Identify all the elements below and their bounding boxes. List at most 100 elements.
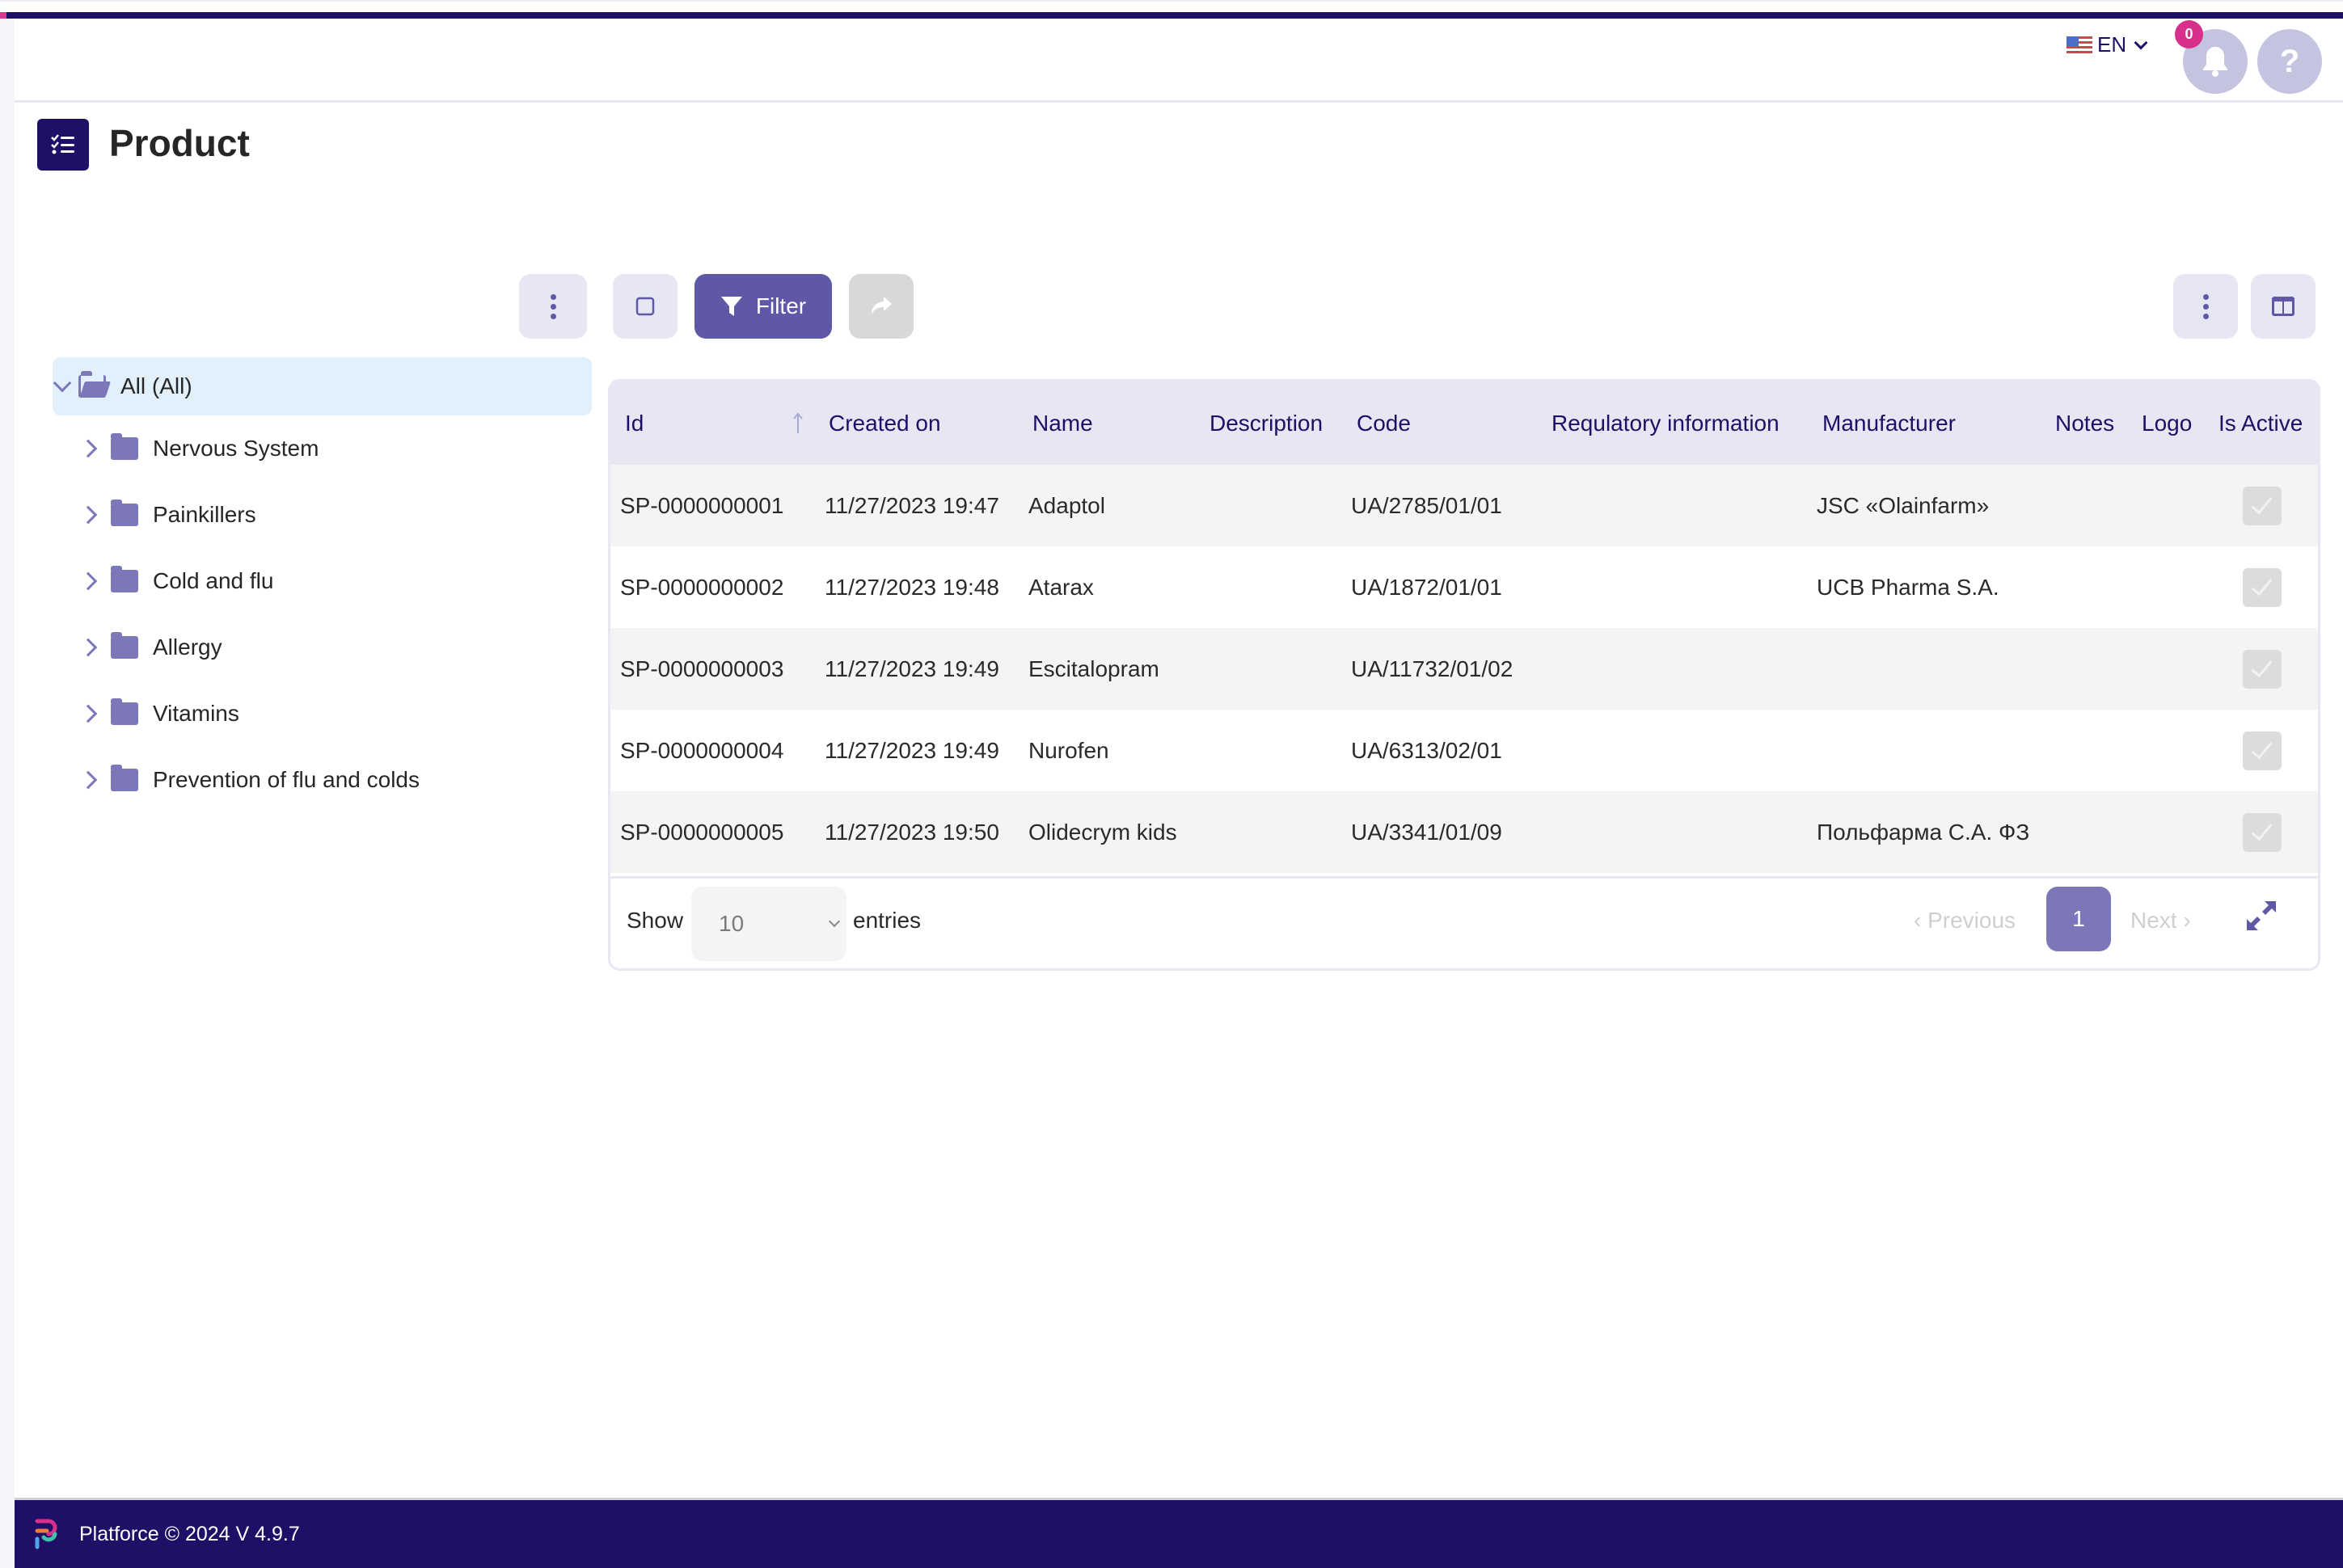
chevron-right-icon[interactable] [78,439,98,458]
language-selector[interactable]: EN [2066,32,2148,57]
tree-node-all[interactable]: All (All) [53,357,592,415]
previous-label: Previous [1927,908,2016,933]
more-vertical-icon [550,293,556,319]
bell-icon [2203,47,2227,77]
tree-node-label: Prevention of flu and colds [153,767,420,792]
folder-icon [111,698,138,725]
table-row[interactable]: SP-0000000004 11/27/2023 19:49 Nurofen U… [610,710,2318,791]
table-footer: Show 10 entries ‹ Previous 1 Next › [610,876,2318,968]
folder-icon [111,499,138,526]
browser-top-edge [0,0,2343,11]
column-header-logo[interactable]: Logo [2142,411,2192,436]
tree-node-label: Nervous System [153,436,319,461]
cell-code: UA/11732/01/02 [1351,655,1513,681]
accent-marker [0,12,6,19]
column-header-id[interactable]: Id [625,411,644,436]
tree-more-options-button[interactable] [519,274,587,339]
expand-icon[interactable] [2244,898,2279,934]
share-button[interactable] [849,274,914,339]
folder-icon [111,433,138,460]
entries-label: entries [853,908,922,933]
chevron-right-icon[interactable] [78,638,98,657]
sort-ascending-icon[interactable] [792,412,804,435]
help-button[interactable]: ? [2257,29,2322,94]
column-header-is-active[interactable]: Is Active [2218,411,2303,436]
column-header-regulatory[interactable]: Requlatory information [1551,411,1779,436]
notification-count-badge: 0 [2175,20,2203,48]
top-accent-bar [0,12,2343,19]
tree-node-label: Painkillers [153,502,256,527]
previous-page-button[interactable]: ‹ Previous [1914,908,2016,934]
table-body: SP-0000000001 11/27/2023 19:47 Adaptol U… [610,465,2318,873]
column-header-description[interactable]: Description [1209,411,1323,436]
cell-id: SP-0000000002 [620,574,784,600]
page-1-button[interactable]: 1 [2046,887,2111,951]
cell-created-on: 11/27/2023 19:48 [825,574,999,600]
cell-manufacturer: UCB Pharma S.A. [1817,574,1999,600]
table-header: Id Created on Name Description Code Requ… [610,381,2318,465]
next-label: Next [2130,908,2177,933]
table-row[interactable]: SP-0000000001 11/27/2023 19:47 Adaptol U… [610,465,2318,546]
chevron-right-icon[interactable] [78,704,98,723]
table-more-options-button[interactable] [2173,274,2238,339]
column-header-name[interactable]: Name [1032,411,1093,436]
tree-node-prevention[interactable]: Prevention of flu and colds [53,747,592,813]
cell-id: SP-0000000001 [620,492,784,518]
tree-node-painkillers[interactable]: Painkillers [53,482,592,548]
column-header-manufacturer[interactable]: Manufacturer [1822,411,1956,436]
cell-manufacturer: JSC «Olainfarm» [1817,492,1990,518]
chevron-right-icon[interactable] [78,770,98,790]
cell-name: Adaptol [1028,492,1105,518]
left-sidebar-strip [0,19,15,1568]
filter-label: Filter [755,293,807,318]
tree-node-allergy[interactable]: Allergy [53,614,592,681]
tree-node-vitamins[interactable]: Vitamins [53,681,592,747]
cell-created-on: 11/27/2023 19:49 [825,655,999,681]
cell-name: Nurofen [1028,737,1109,763]
cell-code: UA/3341/01/09 [1351,819,1502,845]
cell-created-on: 11/27/2023 19:47 [825,492,999,518]
filter-button[interactable]: Filter [694,274,832,339]
tree-node-cold-and-flu[interactable]: Cold and flu [53,548,592,614]
table-row[interactable]: SP-0000000003 11/27/2023 19:49 Escitalop… [610,628,2318,710]
more-vertical-icon [2202,293,2209,319]
next-page-button[interactable]: Next › [2130,908,2191,934]
cell-code: UA/6313/02/01 [1351,737,1502,763]
share-icon [872,297,892,314]
footer-text: Platforce © 2024 V 4.9.7 [79,1522,300,1545]
column-header-created-on[interactable]: Created on [829,411,941,436]
table-row[interactable]: SP-0000000005 11/27/2023 19:50 Olidecrym… [610,791,2318,873]
chevron-right-icon[interactable] [78,505,98,525]
cell-name: Escitalopram [1028,655,1159,681]
cell-created-on: 11/27/2023 19:50 [825,819,999,845]
show-label: Show [627,908,684,933]
folder-icon [111,566,138,592]
column-visibility-button[interactable] [2251,274,2316,339]
chevron-right-icon[interactable] [78,571,98,591]
column-header-code[interactable]: Code [1357,411,1411,436]
cell-code: UA/1872/01/01 [1351,574,1502,600]
folder-icon [111,765,138,791]
tree-node-label: Vitamins [153,701,239,726]
chevron-down-icon [828,915,841,928]
is-active-checkbox [2243,567,2282,607]
cell-created-on: 11/27/2023 19:49 [825,737,999,763]
page-title: Product [109,122,250,164]
select-all-button[interactable] [613,274,678,339]
tree-node-nervous-system[interactable]: Nervous System [53,415,592,482]
table-row[interactable]: SP-0000000002 11/27/2023 19:48 Atarax UA… [610,546,2318,628]
page-size-select[interactable]: 10 [691,887,846,961]
cell-id: SP-0000000004 [620,737,784,763]
folder-icon [111,632,138,659]
cell-name: Olidecrym kids [1028,819,1177,845]
chevron-down-icon[interactable] [53,373,72,393]
is-active-checkbox [2243,812,2282,852]
folder-open-icon [78,371,106,398]
products-table: Id Created on Name Description Code Requ… [608,379,2320,971]
cell-code: UA/2785/01/01 [1351,492,1502,518]
page-size-value: 10 [719,911,745,936]
category-tree: All (All) Nervous System Painkillers Col… [53,357,592,813]
column-header-notes[interactable]: Notes [2055,411,2114,436]
help-icon: ? [2279,43,2300,79]
tree-node-label: Cold and flu [153,568,274,593]
